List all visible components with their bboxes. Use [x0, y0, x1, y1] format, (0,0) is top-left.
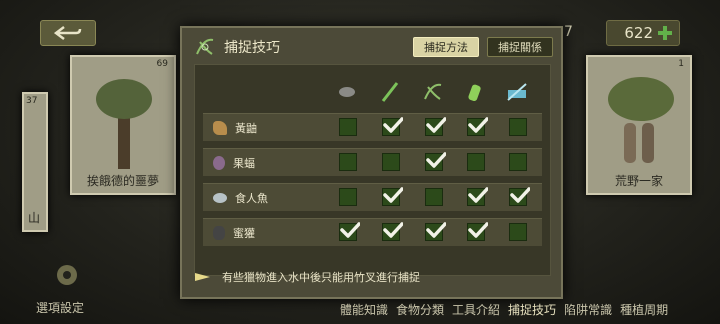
check-box: [509, 223, 527, 241]
panel-title: 捕捉技巧: [224, 40, 280, 56]
hint-text: 有些獵物進入水中後只能用竹叉進行捕捉: [222, 271, 420, 284]
check-icon: [383, 187, 403, 203]
card-tag: 37: [26, 96, 38, 106]
check-box: [509, 153, 527, 171]
check-box: [467, 222, 488, 241]
net-icon: [506, 81, 528, 103]
arrow-right-icon: [195, 273, 210, 281]
tool-header-row: [195, 73, 550, 109]
stone-icon: [336, 81, 358, 103]
check-box: [467, 187, 488, 206]
table-row: 黃鼬: [203, 113, 542, 141]
story-card-far-left[interactable]: 37 山: [22, 92, 48, 232]
check-icon: [426, 117, 446, 133]
hint-note: 有些獵物進入水中後只能用竹叉進行捕捉: [194, 269, 420, 285]
check-box: [382, 222, 403, 241]
card-tag: 69: [156, 59, 168, 69]
check-box: [382, 187, 403, 206]
check-box: [339, 222, 360, 241]
story-card-left[interactable]: 69 挨餓德的噩夢: [70, 55, 176, 195]
panel-tabs: 捕捉方法 捕捉關係: [413, 37, 553, 57]
check-box: [339, 118, 357, 136]
check-box: [467, 117, 488, 136]
bottom-nav: 體能知識 食物分類 工具介紹 捕捉技巧 陷阱常識 種植周期: [340, 301, 668, 318]
currency-counter: 622: [606, 20, 680, 46]
stick-icon: [379, 81, 401, 103]
animal-name: 果蝠: [233, 157, 255, 170]
nav-item[interactable]: 食物分類: [396, 301, 444, 318]
check-box: [339, 188, 357, 206]
check-box: [425, 117, 446, 136]
check-box: [509, 118, 527, 136]
card-tag: 1: [678, 59, 684, 69]
card-caption: 挨餓德的噩夢: [86, 174, 159, 188]
nav-item[interactable]: 體能知識: [340, 301, 388, 318]
snare-icon: [196, 38, 214, 55]
check-icon: [340, 222, 360, 238]
check-icon: [383, 222, 403, 238]
check-box: [467, 153, 485, 171]
nav-item-active[interactable]: 捕捉技巧: [508, 301, 556, 318]
table-row: 果蝠: [203, 148, 542, 176]
check-icon: [426, 152, 446, 168]
check-box: [382, 153, 400, 171]
tree-image: [96, 79, 152, 169]
check-box: [425, 188, 443, 206]
bat-icon: [213, 156, 225, 170]
check-icon: [468, 117, 488, 133]
card-caption: 荒野一家: [614, 174, 663, 188]
gear-icon[interactable]: [52, 260, 82, 290]
check-box: [425, 222, 446, 241]
plus-icon[interactable]: [657, 25, 673, 41]
badger-icon: [213, 226, 225, 240]
animal-name: 蜜獾: [233, 227, 255, 240]
check-box: [382, 117, 403, 136]
currency-value: 622: [624, 24, 653, 42]
weasel-icon: [213, 121, 227, 135]
table-row: 食人魚: [203, 183, 542, 211]
story-card-right[interactable]: 1 荒野一家: [586, 55, 692, 195]
snare-icon: [422, 81, 444, 103]
check-icon: [468, 187, 488, 203]
piranha-icon: [213, 193, 227, 203]
animal-name: 黃鼬: [235, 122, 257, 135]
animal-name: 食人魚: [235, 192, 268, 205]
panel-header: 捕捉技巧: [194, 36, 280, 58]
check-icon: [426, 222, 446, 238]
tab-capture-relation[interactable]: 捕捉關係: [487, 37, 553, 57]
check-box: [425, 152, 446, 171]
capture-skills-panel: 捕捉技巧 捕捉方法 捕捉關係 黃鼬 果蝠 食人魚 蜜獾 有些獵物進入水中後只能用…: [180, 26, 563, 299]
back-button[interactable]: [40, 20, 96, 46]
nav-item[interactable]: 工具介紹: [452, 301, 500, 318]
check-box: [509, 187, 530, 206]
bamboo-icon: [464, 81, 486, 103]
options-button[interactable]: 選項設定: [36, 299, 84, 316]
check-icon: [468, 222, 488, 238]
nav-item[interactable]: 陷阱常識: [564, 301, 612, 318]
nav-item[interactable]: 種植周期: [620, 301, 668, 318]
family-image: [608, 77, 674, 169]
check-box: [339, 153, 357, 171]
back-arrow-icon: [54, 26, 82, 40]
tab-capture-method[interactable]: 捕捉方法: [413, 37, 479, 57]
check-icon: [383, 117, 403, 133]
capture-table: 黃鼬 果蝠 食人魚 蜜獾: [194, 64, 551, 276]
badge-left: 7: [564, 24, 573, 40]
card-caption: 山: [28, 211, 41, 225]
check-icon: [510, 187, 530, 203]
table-row: 蜜獾: [203, 218, 542, 246]
